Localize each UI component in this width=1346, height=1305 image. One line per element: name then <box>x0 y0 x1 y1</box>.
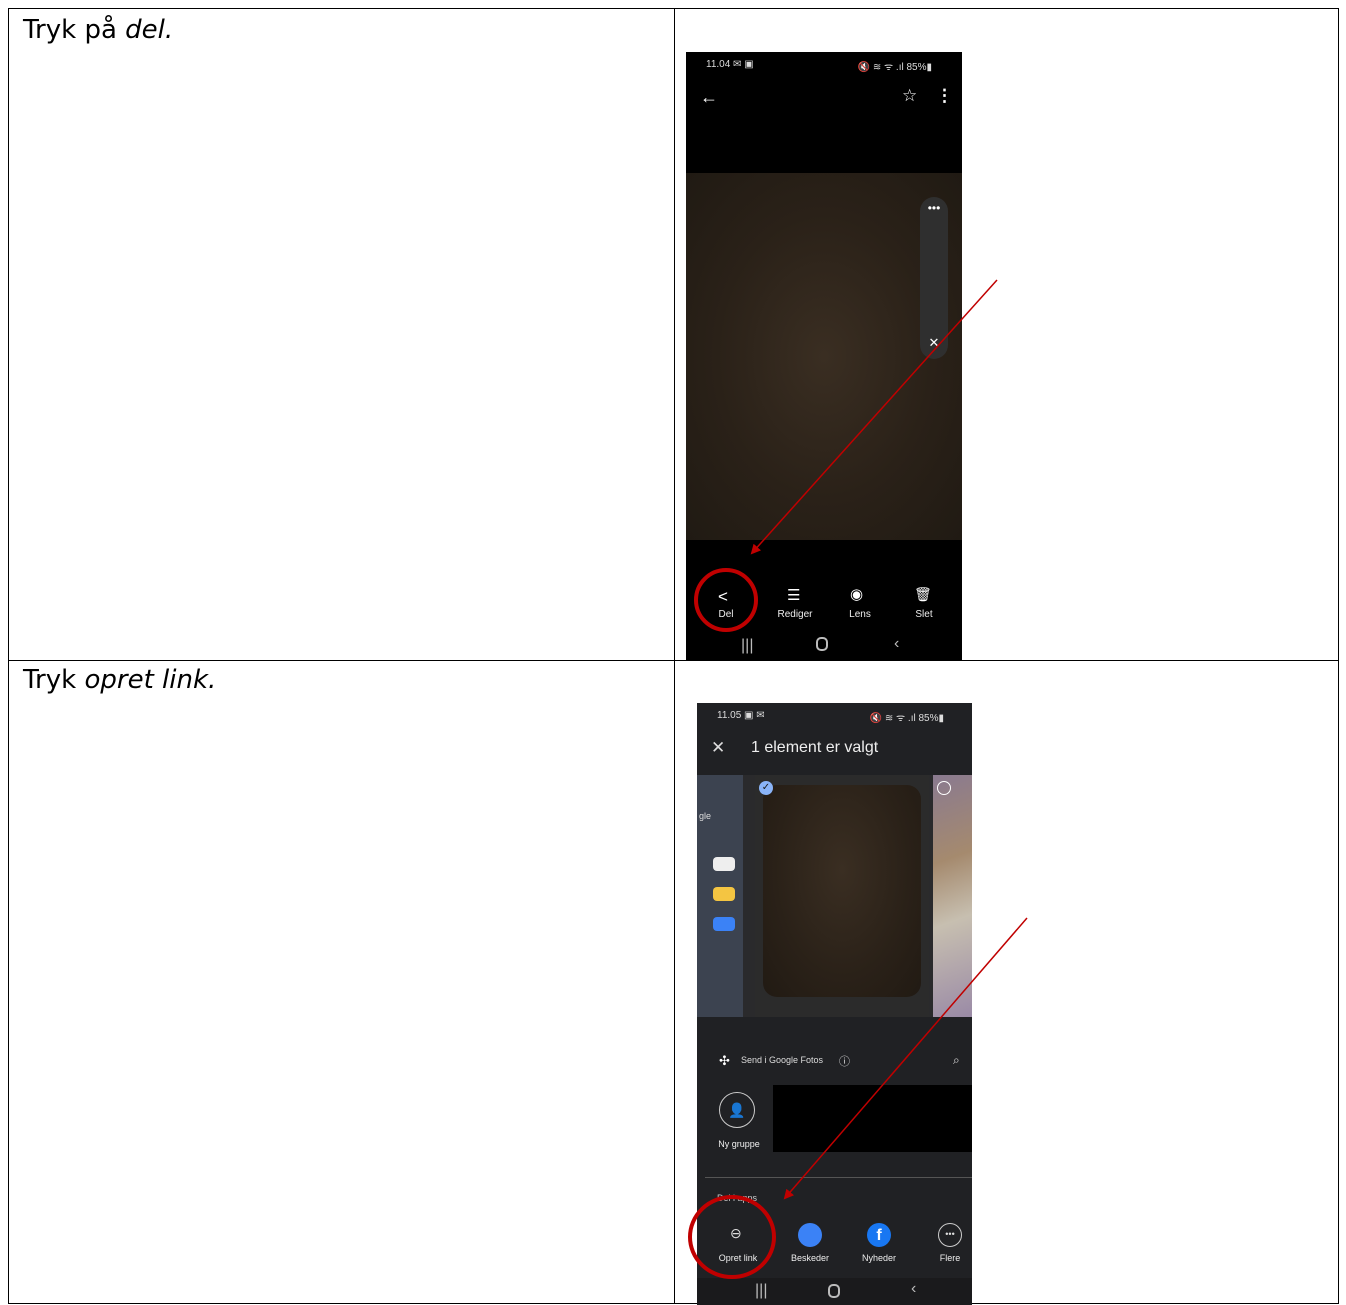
delete-label[interactable]: Slet <box>904 609 944 620</box>
table-row-divider <box>9 660 1338 661</box>
phone-screenshot-1: 11.04 ✉ ▣ 🔇 ≋ ᯤ .ıl 85%▮ ← ☆ ⋮ ••• ✕ < D… <box>686 52 962 661</box>
phone-screenshot-2: 11.05 ▣ ✉ 🔇 ≋ ᯤ .ıl 85%▮ ✕ 1 element er … <box>697 703 972 1305</box>
redacted-contacts <box>773 1085 972 1152</box>
google-photos-icon: ✣ <box>719 1053 730 1068</box>
instruction-1: Tryk på del. <box>23 15 173 45</box>
instruction-2-emphasis: opret link. <box>84 665 217 695</box>
recent-apps-icon[interactable]: ||| <box>741 637 753 655</box>
app-create-link[interactable]: Opret link <box>711 1253 765 1263</box>
status-time: 11.05 ▣ ✉ <box>717 710 765 721</box>
side-panel-slider[interactable]: ••• ✕ <box>920 197 948 359</box>
divider <box>705 1177 972 1178</box>
more-icon[interactable]: ••• <box>938 1223 962 1247</box>
facebook-icon[interactable]: f <box>867 1223 891 1247</box>
more-vert-icon[interactable]: ⋮ <box>936 87 953 104</box>
thumbnail-right[interactable] <box>933 775 972 1017</box>
instruction-2-prefix: Tryk <box>23 665 85 695</box>
app-more[interactable]: Flere <box>925 1253 972 1263</box>
share-in-apps-label: Del i apps <box>717 1193 758 1203</box>
selection-title: 1 element er valgt <box>751 739 879 756</box>
help-icon[interactable]: ⓘ <box>839 1053 850 1069</box>
status-time: 11.04 ✉ ▣ <box>706 59 754 70</box>
table-column-divider <box>674 9 675 1303</box>
new-group-label[interactable]: Ny gruppe <box>711 1139 767 1149</box>
meet-icon <box>713 917 735 931</box>
selected-photo <box>763 785 921 997</box>
instruction-2: Tryk opret link. <box>23 665 216 695</box>
app-news[interactable]: Nyheder <box>854 1253 904 1263</box>
status-icons: 🔇 ≋ ᯤ .ıl 85%▮ <box>869 713 944 724</box>
instruction-table: Tryk på del. Tryk opret link. 11.04 ✉ ▣ … <box>8 8 1339 1305</box>
link-icon[interactable]: ⊖ <box>730 1226 742 1240</box>
gmail-icon <box>713 857 735 871</box>
selected-check-icon[interactable]: ✓ <box>759 781 773 795</box>
thumbnail-selected[interactable] <box>755 775 929 1017</box>
search-icon[interactable]: ⌕ <box>953 1053 960 1068</box>
share-icon[interactable]: < <box>718 588 728 605</box>
thumbnail-strip: gle ✓ <box>697 775 972 1017</box>
star-icon[interactable]: ☆ <box>902 87 917 104</box>
google-photos-label: Send i Google Fotos <box>741 1055 824 1065</box>
lens-label[interactable]: Lens <box>840 609 880 620</box>
back-arrow-icon[interactable]: ← <box>700 88 718 106</box>
new-group-icon[interactable]: 👤 <box>719 1092 755 1128</box>
lens-icon[interactable]: ◉ <box>850 587 863 602</box>
edit-label[interactable]: Rediger <box>771 609 819 620</box>
home-icon[interactable] <box>816 637 828 651</box>
edit-adjust-icon[interactable]: ☰ <box>787 588 800 603</box>
thumbnail-left-text: gle <box>699 811 712 821</box>
thumbnail-left[interactable]: gle <box>697 775 743 1017</box>
close-icon[interactable]: ✕ <box>711 739 725 756</box>
nav-back-icon[interactable]: ‹ <box>911 1280 916 1298</box>
drive-icon <box>713 887 735 901</box>
messages-icon[interactable] <box>798 1223 822 1247</box>
recent-apps-icon[interactable]: ||| <box>755 1282 767 1300</box>
share-label[interactable]: Del <box>706 609 746 620</box>
home-icon[interactable] <box>828 1284 840 1298</box>
nav-back-icon[interactable]: ‹ <box>894 635 899 653</box>
instruction-1-prefix: Tryk på <box>23 15 126 45</box>
app-messages[interactable]: Beskeder <box>785 1253 835 1263</box>
delete-icon[interactable]: 🗑 <box>914 587 932 601</box>
more-horiz-icon[interactable]: ••• <box>920 201 948 215</box>
status-icons: 🔇 ≋ ᯤ .ıl 85%▮ <box>857 62 932 73</box>
no-motion-icon[interactable]: ✕ <box>920 335 948 351</box>
unselected-circle-icon[interactable] <box>937 781 951 795</box>
instruction-1-emphasis: del. <box>125 15 174 45</box>
nav-bar: ||| ‹ <box>697 1278 972 1305</box>
